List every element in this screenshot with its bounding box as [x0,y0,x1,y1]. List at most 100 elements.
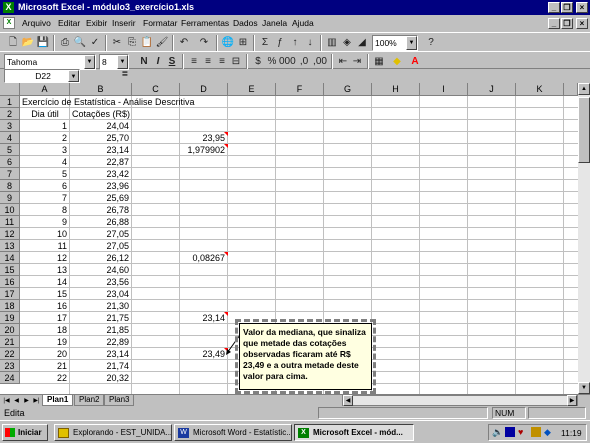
increase-decimal-icon[interactable]: ,0 [297,55,311,69]
vertical-scrollbar[interactable]: ▲ ▼ [578,83,590,394]
formula-input[interactable] [136,69,586,83]
borders-icon[interactable]: ▦ [372,55,386,69]
copy-icon[interactable]: ⎘ [125,36,139,50]
drawing-icon[interactable]: ◢ [355,36,369,50]
cell-a7[interactable]: 5 [20,168,70,180]
row-header-24[interactable]: 24 [0,372,20,384]
scroll-up-icon[interactable]: ▲ [578,83,590,95]
cell-b5[interactable]: 23,14 [70,144,132,156]
row-header-16[interactable]: 16 [0,276,20,288]
print-preview-icon[interactable]: 🔍 [73,36,87,50]
cell-a24[interactable]: 22 [20,372,70,384]
cell-b3[interactable]: 24,04 [70,120,132,132]
doc-restore-button[interactable]: ❐ [561,18,573,29]
cell-b15[interactable]: 24,60 [70,264,132,276]
name-box[interactable]: D22 ▼ [4,69,80,83]
cell-d4[interactable]: 23,95 [180,132,228,144]
cell-a2[interactable]: Dia útil [20,108,70,120]
align-center-icon[interactable]: ≡ [201,55,215,69]
first-sheet-icon[interactable]: |◀ [2,396,11,406]
cell-b21[interactable]: 22,89 [70,336,132,348]
cell-d14[interactable]: 0,08267 [180,252,228,264]
row-header-20[interactable]: 20 [0,324,20,336]
row-header-12[interactable]: 12 [0,228,20,240]
sheet-tab-plan3[interactable]: Plan3 [104,395,135,406]
sheet-tab-plan2[interactable]: Plan2 [74,395,105,406]
format-painter-icon[interactable]: 🖌 [155,36,169,50]
taskbar-excel[interactable]: X Microsoft Excel - mód... [294,424,414,441]
cell-a20[interactable]: 18 [20,324,70,336]
cell-a8[interactable]: 6 [20,180,70,192]
row-header-4[interactable]: 4 [0,132,20,144]
row-header-13[interactable]: 13 [0,240,20,252]
tray-network-icon[interactable] [531,427,541,437]
column-header-g[interactable]: G [324,83,372,96]
row-header-21[interactable]: 21 [0,336,20,348]
formula-equals-sign[interactable]: = [122,69,128,80]
horizontal-scrollbar[interactable]: ◀ ▶ [342,395,578,406]
column-header-k[interactable]: K [516,83,564,96]
menu-dados[interactable]: Dados [233,18,258,28]
currency-icon[interactable]: $ [251,55,265,69]
column-header-d[interactable]: D [180,83,228,96]
cell-a11[interactable]: 9 [20,216,70,228]
cell-b13[interactable]: 27,05 [70,240,132,252]
row-header-7[interactable]: 7 [0,168,20,180]
cell-b8[interactable]: 23,96 [70,180,132,192]
column-header-h[interactable]: H [372,83,420,96]
scroll-left-icon[interactable]: ◀ [343,395,353,406]
underline-button[interactable]: S [165,55,179,69]
cell-b20[interactable]: 21,85 [70,324,132,336]
cell-b9[interactable]: 25,69 [70,192,132,204]
chart-wizard-icon[interactable]: ▥ [325,36,339,50]
cell-b14[interactable]: 26,12 [70,252,132,264]
column-header-i[interactable]: I [420,83,468,96]
doc-close-button[interactable]: × [576,18,588,29]
cell-b22[interactable]: 23,14 [70,348,132,360]
minimize-button[interactable]: _ [548,2,560,13]
cell-a1[interactable]: Exercício de Estatística - Análise Descr… [22,96,195,108]
cell-comment[interactable]: Valor da mediana, que sinaliza que metad… [239,323,372,390]
cell-a23[interactable]: 21 [20,360,70,372]
row-header-17[interactable]: 17 [0,288,20,300]
cell-b24[interactable]: 20,32 [70,372,132,384]
merge-center-icon[interactable]: ⊟ [229,55,243,69]
tray-shield-icon[interactable]: ♥ [518,427,523,437]
cell-a21[interactable]: 19 [20,336,70,348]
decrease-decimal-icon[interactable]: ,00 [313,55,327,69]
next-sheet-icon[interactable]: ▶ [22,396,31,406]
italic-button[interactable]: I [151,55,165,69]
font-select[interactable]: Tahoma ▼ [4,54,96,70]
save-icon[interactable]: 💾 [36,36,50,50]
document-icon[interactable]: X [3,17,15,29]
speaker-icon[interactable]: 🔈 [492,427,503,438]
column-header-f[interactable]: F [276,83,324,96]
cell-b19[interactable]: 21,75 [70,312,132,324]
open-icon[interactable]: 📂 [21,36,35,50]
doc-minimize-button[interactable]: _ [548,18,560,29]
taskbar-explorer[interactable]: Explorando - EST_UNIDA... [54,424,172,441]
cut-icon[interactable]: ✂ [110,36,124,50]
menu-arquivo[interactable]: Arquivo [22,18,51,28]
menu-inserir[interactable]: Inserir [112,18,136,28]
cell-b11[interactable]: 26,88 [70,216,132,228]
menu-editar[interactable]: Editar [58,18,80,28]
row-header-2[interactable]: 2 [0,108,20,120]
row-header-5[interactable]: 5 [0,144,20,156]
cell-a10[interactable]: 8 [20,204,70,216]
redo-icon[interactable]: ↷ [197,36,211,50]
cell-b17[interactable]: 23,04 [70,288,132,300]
cell-a16[interactable]: 14 [20,276,70,288]
comma-style-icon[interactable]: 000 [279,55,296,69]
paste-icon[interactable]: 📋 [140,36,154,50]
cell-a5[interactable]: 3 [20,144,70,156]
scroll-thumb[interactable] [578,97,590,163]
bold-button[interactable]: N [137,55,151,69]
row-header-18[interactable]: 18 [0,300,20,312]
cell-a6[interactable]: 4 [20,156,70,168]
cell-a19[interactable]: 17 [20,312,70,324]
zoom-select[interactable]: 100% ▼ [372,35,418,51]
cell-a13[interactable]: 11 [20,240,70,252]
cell-a15[interactable]: 13 [20,264,70,276]
align-right-icon[interactable]: ≡ [215,55,229,69]
